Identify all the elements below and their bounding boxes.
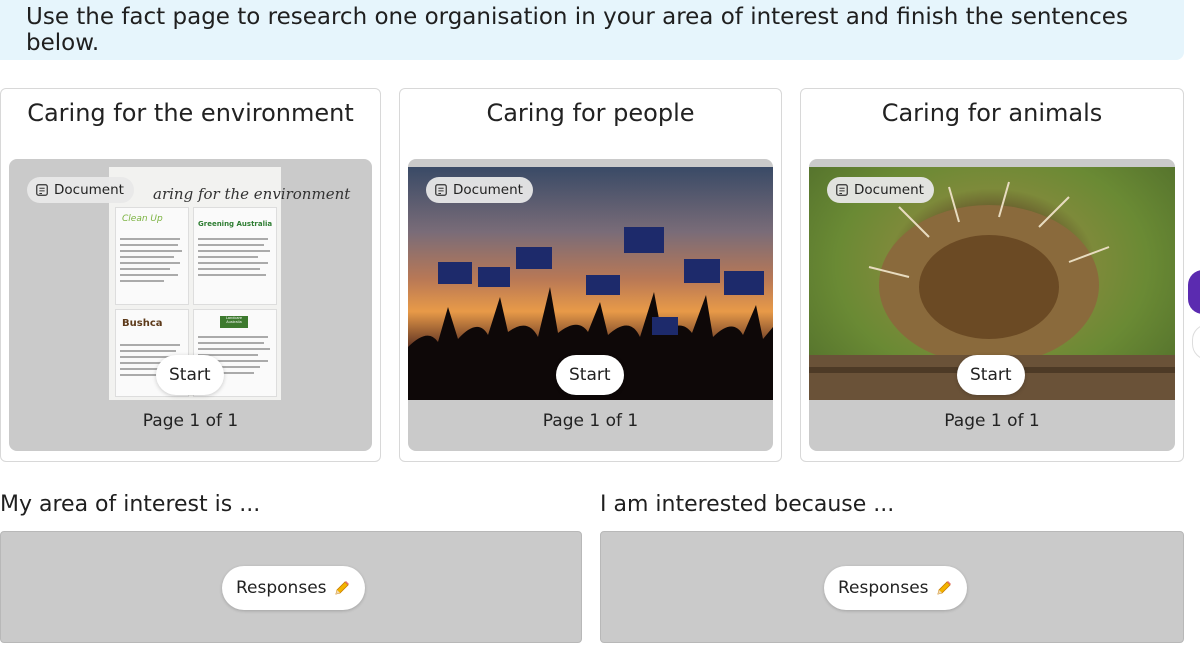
document-icon <box>36 184 48 196</box>
card-title: Caring for animals <box>881 99 1103 127</box>
page-indicator: Page 1 of 1 <box>542 411 639 431</box>
document-preview[interactable]: Document Start Page 1 of 1 <box>809 159 1175 451</box>
document-chip: Document <box>827 177 934 203</box>
document-icon <box>435 184 447 196</box>
doc-section-title: Clean Up <box>122 214 163 224</box>
pencil-icon <box>334 581 349 595</box>
document-chip: Document <box>27 177 134 203</box>
pencil-icon <box>936 581 951 595</box>
document-chip-label: Document <box>854 182 924 198</box>
start-button[interactable]: Start <box>556 355 624 395</box>
side-action-button[interactable] <box>1188 270 1200 314</box>
side-secondary-button[interactable] <box>1192 324 1200 360</box>
response-area-interest[interactable]: Responses <box>0 531 582 643</box>
start-button[interactable]: Start <box>156 355 224 395</box>
responses-button[interactable]: Responses <box>824 566 967 610</box>
document-chip-label: Document <box>54 182 124 198</box>
doc-section: Greening Australia <box>193 207 277 305</box>
document-chip: Document <box>426 177 533 203</box>
document-preview[interactable]: Document Start Page 1 of 1 <box>408 159 773 451</box>
responses-label: Responses <box>236 578 327 598</box>
instruction-banner: Use the fact page to research one organi… <box>0 0 1184 60</box>
responses-label: Responses <box>838 578 929 598</box>
doc-section-title: Bushca <box>122 318 163 329</box>
card-title: Caring for the environment <box>27 99 354 127</box>
document-icon <box>836 184 848 196</box>
prompt-label-interest: My area of interest is ... <box>0 492 261 517</box>
start-button[interactable]: Start <box>957 355 1025 395</box>
document-preview[interactable]: aring for the environment Clean Up Green… <box>9 159 372 451</box>
document-chip-label: Document <box>453 182 523 198</box>
response-area-reason[interactable]: Responses <box>600 531 1184 643</box>
responses-button[interactable]: Responses <box>222 566 365 610</box>
page-indicator: Page 1 of 1 <box>944 411 1040 431</box>
card-environment: Caring for the environment aring for the… <box>0 88 381 462</box>
doc-section-title: Landcare Australia <box>220 316 248 328</box>
card-title: Caring for people <box>486 99 695 127</box>
doc-section: Clean Up <box>115 207 189 305</box>
instruction-text: Use the fact page to research one organi… <box>26 4 1128 56</box>
prompt-label-reason: I am interested because ... <box>600 492 895 517</box>
card-people: Caring for people Document Start Page 1 … <box>399 88 782 462</box>
page-indicator: Page 1 of 1 <box>142 411 239 431</box>
doc-section-title: Greening Australia <box>198 220 273 228</box>
card-animals: Caring for animals Document Start Page 1… <box>800 88 1184 462</box>
document-heading: aring for the environment <box>153 185 351 203</box>
